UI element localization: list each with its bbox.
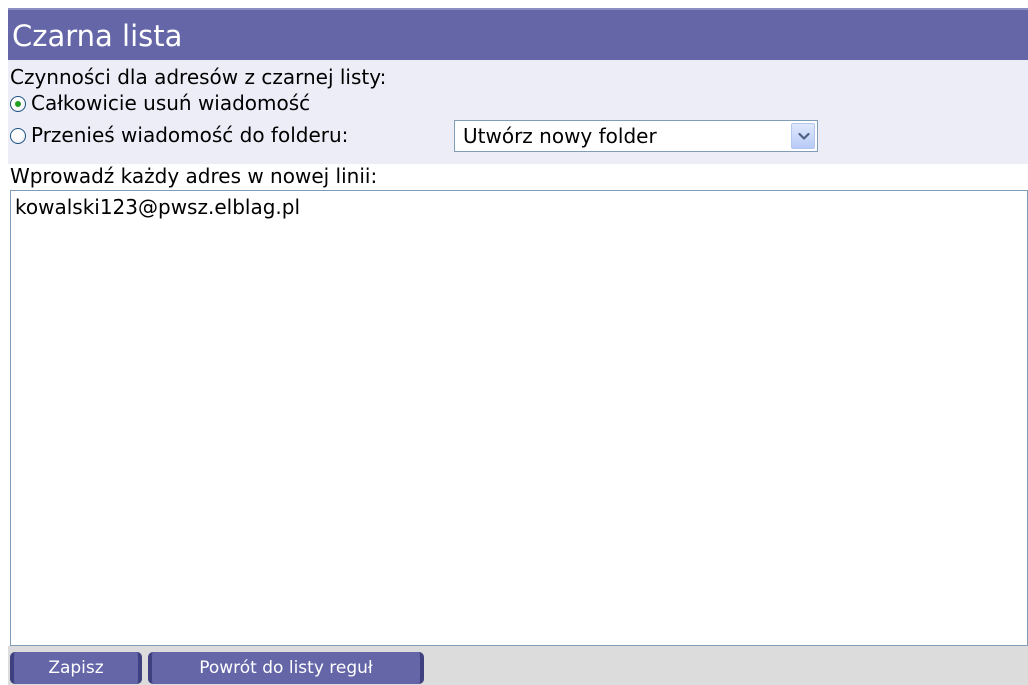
actions-section: Czynności dla adresów z czarnej listy: C…: [8, 60, 1028, 164]
back-to-rules-button[interactable]: Powrót do listy reguł: [148, 652, 424, 684]
button-bar: Zapisz Powrót do listy reguł: [8, 646, 1028, 685]
blacklist-panel: Czarna lista Czynności dla adresów z cza…: [8, 8, 1028, 685]
addresses-textarea[interactable]: kowalski123@pwsz.elblag.pl: [10, 190, 1028, 646]
addresses-label: Wprowadź każdy adres w nowej linii:: [10, 164, 378, 188]
panel-header: Czarna lista: [8, 8, 1028, 60]
folder-select-value: Utwórz nowy folder: [463, 124, 657, 148]
move-radio[interactable]: [10, 128, 26, 144]
move-label: Przenieś wiadomość do folderu:: [31, 123, 349, 147]
save-button[interactable]: Zapisz: [10, 652, 142, 684]
addresses-text: kowalski123@pwsz.elblag.pl: [15, 195, 301, 219]
folder-select-dropdown-button[interactable]: [791, 123, 815, 149]
page-title: Czarna lista: [12, 19, 183, 53]
delete-label: Całkowicie usuń wiadomość: [31, 91, 311, 115]
folder-select[interactable]: Utwórz nowy folder: [454, 120, 818, 152]
actions-label: Czynności dla adresów z czarnej listy:: [10, 65, 387, 89]
option-delete[interactable]: Całkowicie usuń wiadomość: [10, 90, 310, 116]
option-move[interactable]: Przenieś wiadomość do folderu:: [10, 122, 348, 148]
delete-radio[interactable]: [10, 96, 26, 112]
chevron-down-icon: [798, 132, 810, 140]
